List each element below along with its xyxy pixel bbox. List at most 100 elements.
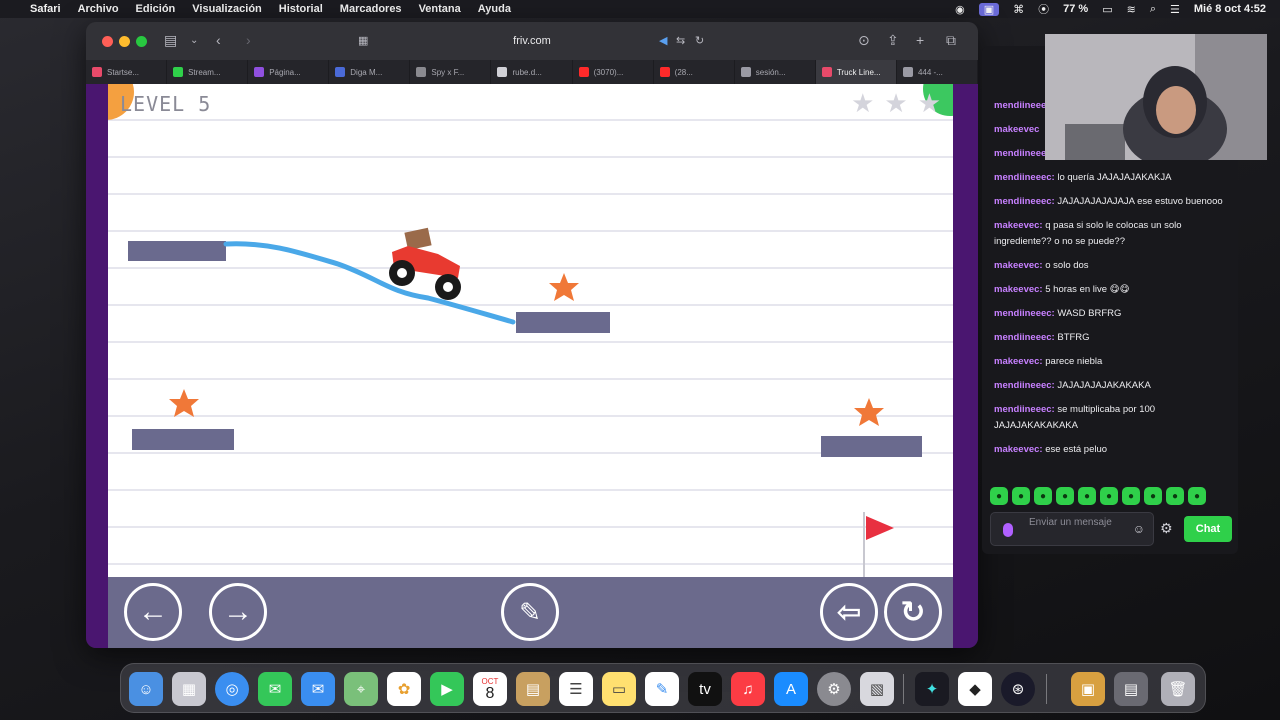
browser-tab[interactable]: sesión... bbox=[735, 60, 816, 84]
chat-username[interactable]: makeevec: bbox=[994, 260, 1043, 271]
emote-icon[interactable]: ● bbox=[1100, 487, 1118, 505]
menu-item-safari[interactable]: Safari bbox=[30, 3, 61, 15]
dock-messages-icon[interactable]: ✉ bbox=[258, 672, 292, 706]
chat-username[interactable]: makeevec bbox=[994, 124, 1039, 135]
menu-item-historial[interactable]: Historial bbox=[279, 3, 323, 15]
back-icon[interactable]: ‹ bbox=[216, 32, 221, 48]
dock-reminders-icon[interactable]: ☰ bbox=[559, 672, 593, 706]
battery-icon[interactable]: ▭ bbox=[1102, 3, 1112, 16]
minimize-window-button[interactable] bbox=[119, 36, 130, 47]
channel-points-icon[interactable] bbox=[1003, 523, 1013, 537]
dock-stack-icon[interactable]: ▤ bbox=[1114, 672, 1148, 706]
chat-username[interactable]: mendiineeec: bbox=[994, 308, 1055, 319]
emote-icon[interactable]: ● bbox=[1144, 487, 1162, 505]
emote-icon[interactable]: ● bbox=[1166, 487, 1184, 505]
wifi-icon[interactable]: ≋ bbox=[1127, 3, 1136, 16]
dock-game-icon[interactable]: ✦ bbox=[915, 672, 949, 706]
dock-tv-icon[interactable]: tv bbox=[688, 672, 722, 706]
spotlight-icon[interactable]: ⌕ bbox=[1150, 3, 1156, 16]
dock-safari-icon[interactable]: ◎ bbox=[215, 672, 249, 706]
chat-username[interactable]: makeevec: bbox=[994, 356, 1043, 367]
game-canvas[interactable]: LEVEL 5 ★ ★ ★ bbox=[108, 84, 953, 577]
menu-item-edicion[interactable]: Edición bbox=[136, 3, 176, 15]
chat-username[interactable]: mendiineeec bbox=[994, 100, 1052, 111]
emote-icon[interactable]: ● bbox=[990, 487, 1008, 505]
eraser-button[interactable]: ✎ bbox=[501, 583, 559, 641]
chat-username[interactable]: mendiineeec: bbox=[994, 404, 1055, 415]
chat-username[interactable]: mendiineeec: bbox=[994, 380, 1055, 391]
emote-icon[interactable]: ● bbox=[1012, 487, 1030, 505]
chat-message-input[interactable]: Enviar un mensaje ☺ bbox=[990, 512, 1154, 546]
browser-tab[interactable]: Diga M... bbox=[329, 60, 411, 84]
chat-settings-gear-icon[interactable]: ⚙ bbox=[1160, 520, 1173, 537]
dock-mail-icon[interactable]: ✉ bbox=[301, 672, 335, 706]
chat-username[interactable]: mendiineeec bbox=[994, 148, 1052, 159]
dock-preview-icon[interactable]: ▧ bbox=[860, 672, 894, 706]
restart-button[interactable]: ↻ bbox=[884, 583, 942, 641]
dock-stickies-icon[interactable]: ▭ bbox=[602, 672, 636, 706]
dock-facetime-icon[interactable]: ▶ bbox=[430, 672, 464, 706]
downloads-icon[interactable]: ⊙ bbox=[858, 32, 870, 49]
chat-username[interactable]: makeevec: bbox=[994, 444, 1043, 455]
menu-item-ventana[interactable]: Ventana bbox=[419, 3, 461, 15]
new-tab-icon[interactable]: + bbox=[916, 32, 924, 48]
chat-username[interactable]: mendiineeec: bbox=[994, 172, 1055, 183]
browser-tab-active[interactable]: Truck Line... bbox=[815, 60, 897, 84]
forward-icon[interactable]: › bbox=[246, 32, 251, 48]
chat-username[interactable]: mendiineeec: bbox=[994, 332, 1055, 343]
emote-icon[interactable]: ● bbox=[1122, 487, 1140, 505]
move-right-button[interactable]: → bbox=[209, 583, 267, 641]
emote-icon[interactable]: ● bbox=[1034, 487, 1052, 505]
emote-icon[interactable]: ● bbox=[1078, 487, 1096, 505]
translate-icon[interactable]: ⇆ bbox=[676, 34, 685, 47]
dock-app-store-icon[interactable]: A bbox=[774, 672, 808, 706]
dock-maps-icon[interactable]: ⌖ bbox=[344, 672, 378, 706]
url-text[interactable]: friv.com bbox=[513, 35, 551, 47]
dock-calendar-icon[interactable]: OCT 8 bbox=[473, 672, 507, 706]
chat-send-button[interactable]: Chat bbox=[1184, 516, 1232, 542]
emoji-picker-icon[interactable]: ☺ bbox=[1133, 523, 1145, 535]
close-window-button[interactable] bbox=[102, 36, 113, 47]
dock-notes-icon[interactable]: ▤ bbox=[516, 672, 550, 706]
reload-icon[interactable]: ↻ bbox=[695, 34, 704, 47]
menu-item-ayuda[interactable]: Ayuda bbox=[478, 3, 511, 15]
tab-overview-icon[interactable]: ⧉ bbox=[946, 32, 956, 49]
control-center-icon[interactable]: ☰ bbox=[1170, 3, 1180, 16]
dock-steam-icon[interactable]: ⊛ bbox=[1001, 672, 1035, 706]
menu-item-marcadores[interactable]: Marcadores bbox=[340, 3, 402, 15]
browser-tab[interactable]: (3070)... bbox=[573, 60, 654, 84]
browser-tab[interactable]: Spy x F... bbox=[410, 60, 492, 84]
menu-item-visualizacion[interactable]: Visualización bbox=[192, 3, 262, 15]
dock-system-settings-icon[interactable]: ⚙ bbox=[817, 672, 851, 706]
share-icon[interactable]: ⇪ bbox=[887, 32, 899, 49]
dock-trash-icon[interactable]: 🗑 bbox=[1161, 672, 1195, 706]
stage-manager-icon[interactable]: ▣ bbox=[978, 2, 1000, 16]
move-left-button[interactable]: ← bbox=[124, 583, 182, 641]
chat-username[interactable]: makeevec: bbox=[994, 220, 1043, 231]
emote-icon[interactable]: ● bbox=[1056, 487, 1074, 505]
dock-photos-icon[interactable]: ✿ bbox=[387, 672, 421, 706]
zoom-window-button[interactable] bbox=[136, 36, 147, 47]
dock-downloads-folder-icon[interactable]: ▣ bbox=[1071, 672, 1105, 706]
dock-freeform-icon[interactable]: ✎ bbox=[645, 672, 679, 706]
gamepad-icon[interactable]: ⌘ bbox=[1013, 3, 1024, 16]
browser-tab[interactable]: Stream... bbox=[167, 60, 249, 84]
dock-launchpad-icon[interactable]: ▦ bbox=[172, 672, 206, 706]
exit-level-button[interactable]: ⇦ bbox=[820, 583, 878, 641]
dock-music-icon[interactable]: ♫ bbox=[731, 672, 765, 706]
audio-playing-icon[interactable]: ◀︎ bbox=[659, 34, 667, 47]
browser-tab[interactable]: rube.d... bbox=[491, 60, 573, 84]
record-icon[interactable]: ⦿ bbox=[1038, 1, 1049, 17]
chevron-down-icon[interactable]: ⌄ bbox=[190, 35, 198, 46]
browser-tab[interactable]: Startse... bbox=[86, 60, 168, 84]
dock-finder-icon[interactable]: ☺ bbox=[129, 672, 163, 706]
browser-tab[interactable]: (28... bbox=[654, 60, 735, 84]
chat-username[interactable]: makeevec: bbox=[994, 284, 1043, 295]
emote-icon[interactable]: ● bbox=[1188, 487, 1206, 505]
sidebar-icon[interactable]: ▤ bbox=[164, 32, 177, 49]
menubar-clock[interactable]: Mié 8 oct 4:52 bbox=[1194, 3, 1266, 15]
screen-share-icon[interactable]: ◉ bbox=[955, 3, 965, 16]
browser-tab[interactable]: Página... bbox=[248, 60, 330, 84]
chat-username[interactable]: mendiineeec: bbox=[994, 196, 1055, 207]
menu-item-archivo[interactable]: Archivo bbox=[78, 3, 119, 15]
